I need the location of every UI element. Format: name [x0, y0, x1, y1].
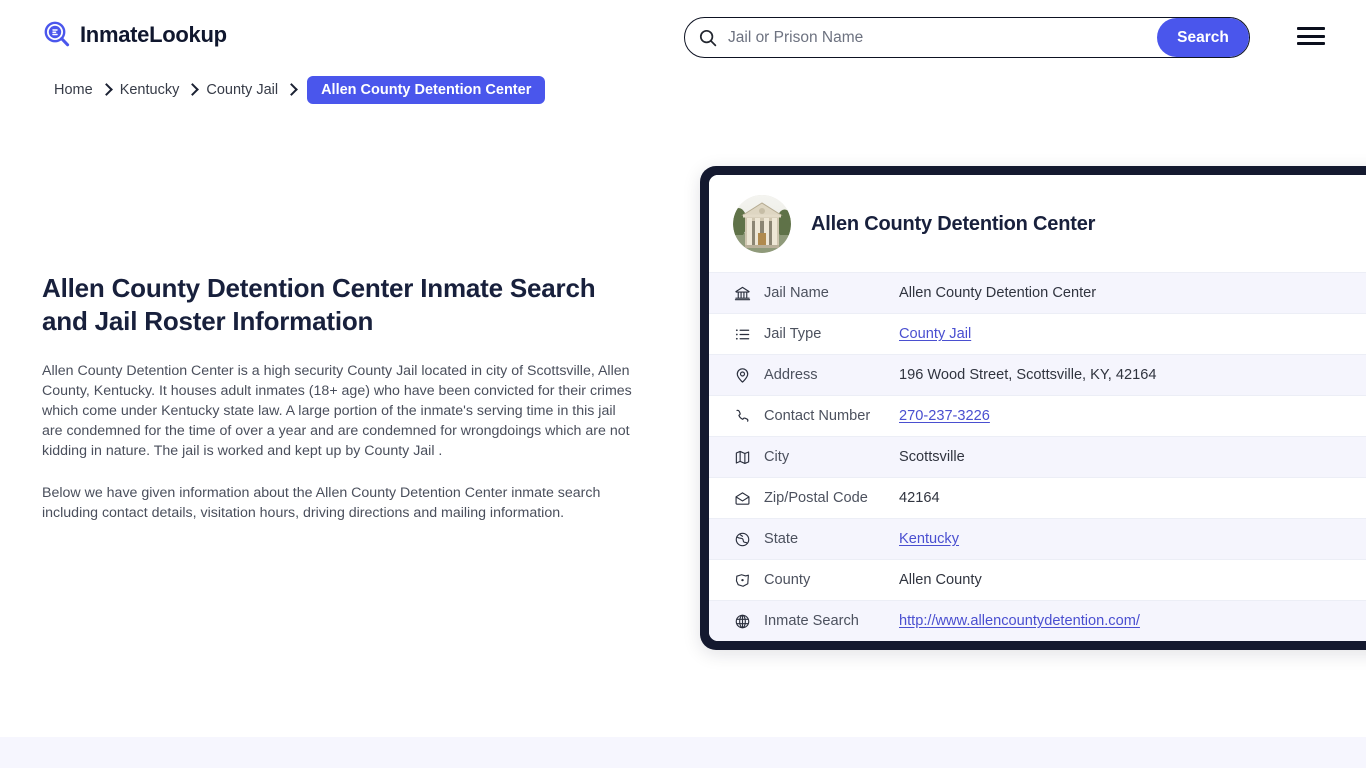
row-value-link[interactable]: http://www.allencountydetention.com/ — [899, 613, 1140, 629]
table-row: Zip/Postal Code 42164 — [709, 477, 1366, 518]
table-row: State Kentucky — [709, 518, 1366, 559]
phone-icon — [733, 407, 751, 425]
chevron-right-icon — [186, 82, 200, 96]
internet-icon — [733, 612, 751, 630]
row-label: City — [764, 449, 790, 465]
row-label: Inmate Search — [764, 613, 859, 629]
hamburger-bar — [1297, 34, 1325, 38]
envelope-icon — [733, 489, 751, 507]
site-logo[interactable]: InmateLookup — [42, 20, 227, 50]
map-pin-icon — [733, 366, 751, 384]
jail-info-card-title: Allen County Detention Center — [811, 212, 1096, 235]
table-row: Inmate Search http://www.allencountydete… — [709, 600, 1366, 641]
table-row: Address 196 Wood Street, Scottsville, KY… — [709, 354, 1366, 395]
article-paragraph-2: Below we have given information about th… — [42, 485, 601, 521]
page-title: Allen County Detention Center Inmate Sea… — [42, 273, 596, 336]
globe-icon — [733, 530, 751, 548]
article-column: Allen County Detention Center Inmate Sea… — [42, 272, 642, 523]
row-value-link[interactable]: County Jail — [899, 326, 971, 342]
list-icon — [733, 325, 751, 343]
row-label: Address — [764, 367, 818, 383]
chevron-right-icon — [99, 82, 113, 96]
search-input[interactable] — [717, 18, 1157, 57]
footer-band — [0, 737, 1366, 768]
jail-info-card: Allen County Detention Center Jail Name … — [700, 166, 1366, 650]
jail-info-card-header: Allen County Detention Center — [709, 175, 1366, 272]
magnifier-list-icon — [42, 20, 72, 50]
search-bar[interactable]: Search — [684, 17, 1250, 58]
article-paragraph-1: Allen County Detention Center is a high … — [42, 363, 632, 459]
breadcrumb-item-home[interactable]: Home — [54, 80, 93, 100]
table-row: Jail Name Allen County Detention Center — [709, 272, 1366, 313]
table-row: City Scottsville — [709, 436, 1366, 477]
row-value: Allen County Detention Center — [899, 285, 1097, 301]
row-value: Allen County — [899, 572, 982, 588]
breadcrumb-item-current: Allen County Detention Center — [307, 76, 546, 104]
site-logo-text: InmateLookup — [80, 22, 227, 47]
map-icon — [733, 448, 751, 466]
hamburger-menu-icon[interactable] — [1297, 25, 1325, 47]
row-label: County — [764, 572, 811, 588]
table-row: Jail Type County Jail — [709, 313, 1366, 354]
row-value-link[interactable]: Kentucky — [899, 531, 959, 547]
breadcrumb-item-kentucky[interactable]: Kentucky — [120, 80, 180, 100]
hamburger-bar — [1297, 27, 1325, 30]
page-root: InmateLookup Search Home Kentucky County… — [0, 0, 1366, 768]
row-label: Jail Type — [764, 326, 822, 342]
breadcrumb-item-county-jail[interactable]: County Jail — [206, 80, 278, 100]
row-value: 42164 — [899, 490, 940, 506]
row-label: State — [764, 531, 799, 547]
table-row: Contact Number 270-237-3226 — [709, 395, 1366, 436]
search-button[interactable]: Search — [1157, 18, 1249, 57]
row-label: Zip/Postal Code — [764, 490, 868, 506]
row-label: Contact Number — [764, 408, 871, 424]
row-label: Jail Name — [764, 285, 829, 301]
breadcrumb: Home Kentucky County Jail Allen County D… — [54, 76, 546, 104]
region-icon — [733, 571, 751, 589]
row-value: 196 Wood Street, Scottsville, KY, 42164 — [899, 367, 1157, 383]
site-header: InmateLookup Search — [0, 0, 1366, 74]
bank-icon — [733, 284, 751, 302]
search-icon — [699, 29, 717, 47]
courthouse-photo — [733, 195, 791, 253]
jail-info-card-inner: Allen County Detention Center Jail Name … — [709, 175, 1366, 641]
row-value: Scottsville — [899, 449, 965, 465]
chevron-right-icon — [285, 82, 298, 96]
hamburger-bar — [1297, 42, 1325, 45]
row-value-link[interactable]: 270-237-3226 — [899, 408, 990, 424]
table-row: County Allen County — [709, 559, 1366, 600]
